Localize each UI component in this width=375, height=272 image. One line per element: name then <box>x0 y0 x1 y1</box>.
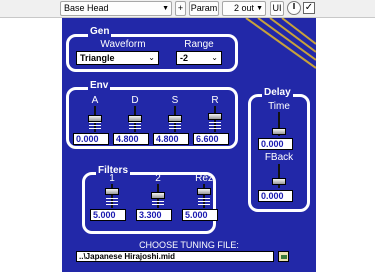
env-title: Env <box>88 80 111 91</box>
plugin-panel: Gen Waveform Triangle ⌄ Range -2 ⌄ Env A… <box>62 18 316 272</box>
slider-value[interactable]: 4.800 <box>153 133 189 145</box>
ui-button[interactable]: UI <box>270 1 284 16</box>
slider-thumb[interactable] <box>272 128 286 135</box>
slider-tick <box>129 122 141 123</box>
slider[interactable] <box>150 184 166 208</box>
range-select[interactable]: -2 ⌄ <box>176 51 222 65</box>
tuning-file-field[interactable]: ..\Japanese Hirajoshi.mid <box>76 251 274 262</box>
slider-thumb[interactable] <box>151 192 165 199</box>
chevron-down-icon: ▼ <box>162 5 169 12</box>
slider[interactable] <box>127 106 143 132</box>
power-icon[interactable] <box>287 1 301 15</box>
waveform-label: Waveform <box>100 39 146 50</box>
param-button[interactable]: Param <box>189 1 219 16</box>
slider[interactable] <box>104 184 120 208</box>
slider-thumb[interactable] <box>208 113 222 120</box>
chevron-down-icon: ⌄ <box>148 53 155 62</box>
slider[interactable] <box>167 106 183 132</box>
slider-label: R <box>211 95 219 106</box>
tuning-label: CHOOSE TUNING FILE: <box>139 240 239 250</box>
slider-label: 2 <box>155 173 161 184</box>
slider-tick <box>152 204 164 205</box>
slider-tick <box>89 128 101 129</box>
range-value: -2 <box>180 53 189 63</box>
slider-thumb[interactable] <box>272 178 286 185</box>
slider-tick <box>106 198 118 199</box>
slider-thumb[interactable] <box>128 115 142 122</box>
slider-tick <box>89 125 101 126</box>
slider-thumb[interactable] <box>168 115 182 122</box>
delay-fback-label: FBack <box>264 152 294 163</box>
delay-time-slider[interactable] <box>271 112 287 136</box>
slider[interactable] <box>207 106 223 132</box>
slider-value[interactable]: 5.000 <box>90 209 126 221</box>
delay-title: Delay <box>262 87 293 98</box>
waveform-value: Triangle <box>80 53 115 63</box>
slider-value[interactable]: 0.000 <box>73 133 109 145</box>
delay-time-value[interactable]: 0.000 <box>258 138 293 150</box>
slider-tick <box>89 122 101 123</box>
slider-value[interactable]: 4.800 <box>113 133 149 145</box>
slider-tick <box>198 201 210 202</box>
slider-value[interactable]: 6.600 <box>193 133 229 145</box>
slider-value[interactable]: 3.300 <box>136 209 172 221</box>
slider-tick <box>209 128 221 129</box>
delay-fback-value[interactable]: 0.000 <box>258 190 293 202</box>
slider-tick <box>129 125 141 126</box>
slider-thumb[interactable] <box>105 188 119 195</box>
chevron-down-icon: ⌄ <box>211 53 218 62</box>
slider-tick <box>209 122 221 123</box>
slider-label: Rez <box>195 173 213 184</box>
preset-select[interactable]: Base Head ▼ <box>60 1 172 16</box>
right-margin <box>316 18 375 272</box>
waveform-select[interactable]: Triangle ⌄ <box>76 51 159 65</box>
slider[interactable] <box>87 106 103 132</box>
slider-tick <box>129 128 141 129</box>
slider-label: 1 <box>109 173 115 184</box>
host-toolbar: Base Head ▼ + Param 2 out ▼ UI ✓ <box>0 0 375 18</box>
slider-value[interactable]: 5.000 <box>182 209 218 221</box>
slider-label: A <box>91 95 99 106</box>
gen-title: Gen <box>88 26 112 37</box>
slider-tick <box>169 125 181 126</box>
slider-thumb[interactable] <box>88 115 102 122</box>
slider-thumb[interactable] <box>197 188 211 195</box>
preset-value: Base Head <box>64 3 109 13</box>
output-value: 2 out <box>233 3 255 13</box>
add-preset-button[interactable]: + <box>175 1 186 16</box>
slider-tick <box>106 201 118 202</box>
chevron-down-icon: ▼ <box>256 5 263 12</box>
left-margin <box>0 18 62 272</box>
slider-tick <box>106 204 118 205</box>
slider-tick <box>198 204 210 205</box>
range-label: Range <box>184 39 214 50</box>
delay-fback-slider[interactable] <box>271 164 287 188</box>
bypass-checkbox[interactable]: ✓ <box>303 2 315 14</box>
slider-tick <box>169 128 181 129</box>
slider-tick <box>169 122 181 123</box>
output-select[interactable]: 2 out ▼ <box>222 1 266 16</box>
delay-time-label: Time <box>268 101 290 112</box>
slider-tick <box>152 201 164 202</box>
slider-label: D <box>131 95 139 106</box>
slider-label: S <box>171 95 179 106</box>
slider-tick <box>198 198 210 199</box>
slider-tick <box>209 125 221 126</box>
slider[interactable] <box>196 184 212 208</box>
folder-icon[interactable] <box>278 251 289 262</box>
